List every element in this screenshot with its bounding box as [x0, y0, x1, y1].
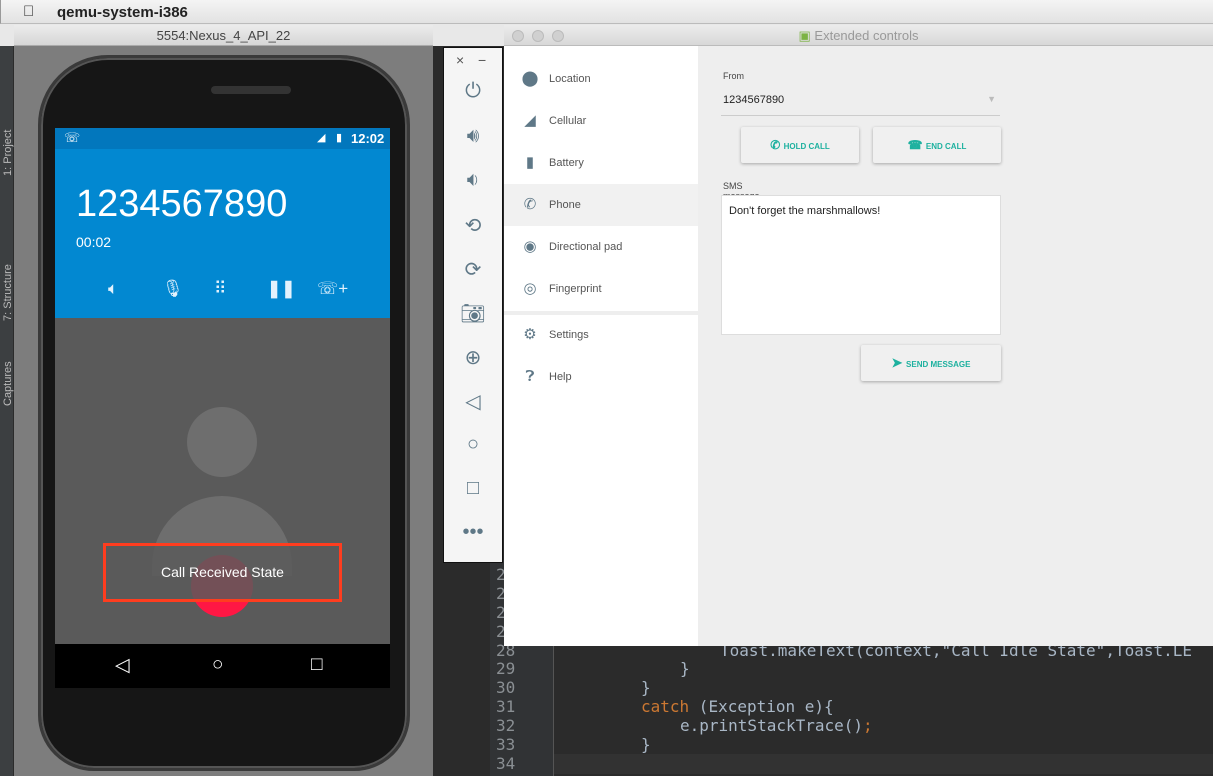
minimize-button[interactable]: −: [478, 52, 486, 68]
code-line[interactable]: e.printStackTrace();: [680, 716, 873, 735]
hold-call-icon: ✆: [770, 138, 784, 152]
home-icon[interactable]: ○: [212, 654, 223, 676]
close-light[interactable]: [512, 30, 524, 42]
call-header: 1234567890 00:02 🔈︎ 🎙︎ ⠿ ❚❚ ☏+: [55, 149, 390, 318]
sidebar: ⬤ Location ◢ Cellular ▮ Battery ✆ Phone ◉ Dir…: [504, 46, 698, 646]
code-line[interactable]: }: [641, 678, 651, 697]
sms-textarea[interactable]: Don't forget the marshmallows!: [721, 195, 1001, 335]
close-button[interactable]: ×: [456, 52, 464, 68]
hold-call-button[interactable]: ✆ HOLD CALL: [741, 127, 859, 163]
help-icon: ❓︎: [525, 368, 535, 385]
app-menu[interactable]: qemu-system-i386: [57, 4, 188, 21]
toast-message: Call Received State: [103, 543, 342, 602]
gear-icon: ⚙: [523, 326, 537, 343]
end-call-icon: ☎: [907, 138, 926, 152]
volume-down-icon[interactable]: 🔉︎: [444, 169, 502, 192]
nav-bar: ◁ ○ □: [55, 644, 390, 688]
code-text: (Exception e){: [689, 697, 834, 716]
emulator-title[interactable]: 5554:Nexus_4_API_22: [14, 25, 433, 46]
from-label: From: [723, 71, 744, 81]
speaker-grille: [211, 86, 291, 94]
signal-icon: ◢: [317, 132, 326, 144]
recents-icon[interactable]: □: [311, 654, 322, 676]
send-message-button[interactable]: ➤ SEND MESSAGE: [861, 345, 1001, 381]
extended-controls-window: ▣ Extended controls ⬤ Location ◢ Cellular …: [504, 25, 1213, 646]
code-line[interactable]: }: [641, 735, 651, 754]
power-icon[interactable]: ⏻: [444, 80, 502, 103]
code-line[interactable]: }: [680, 659, 690, 678]
sidebar-item-fingerprint[interactable]: ◎ Fingerprint: [504, 268, 698, 310]
overview-icon[interactable]: □: [444, 477, 502, 500]
current-line-highlight: [554, 754, 1213, 774]
sidebar-item-location[interactable]: ⬤ Location: [504, 58, 698, 100]
chevron-down-icon: ▼: [987, 94, 996, 104]
android-icon: ▣: [798, 28, 815, 43]
call-status-icon: ☏: [64, 130, 81, 145]
dpad-icon: ◉: [523, 238, 537, 255]
ide-tool-window-strip: 1: Project 7: Structure Captures: [0, 46, 14, 776]
tool-window-structure[interactable]: 7: Structure: [2, 264, 14, 321]
title-text: Extended controls: [814, 28, 919, 43]
phone-screen[interactable]: ☏ ◢ ▮ 12:02 1234567890 00:02 🔈︎ 🎙︎ ⠿ ❚❚ …: [55, 128, 390, 688]
sidebar-item-battery[interactable]: ▮ Battery: [504, 142, 698, 184]
more-icon[interactable]: •••: [444, 521, 502, 544]
semicolon: ;: [863, 716, 873, 735]
status-bar: ☏ ◢ ▮ 12:02: [55, 128, 390, 149]
back-icon[interactable]: ◁: [444, 389, 502, 414]
emulator-toolbar: × − ⏻ 🔊︎ 🔉︎ ⟲ ⟳ 📷︎ ⊕ ◁ ○ □ •••: [443, 47, 503, 563]
code-line[interactable]: catch (Exception e){: [641, 697, 834, 716]
volume-up-icon[interactable]: 🔊︎: [444, 125, 502, 148]
from-select[interactable]: 1234567890 ▼: [721, 90, 1000, 116]
tool-window-project[interactable]: 1: Project: [2, 130, 14, 176]
signal-icon: ◢: [524, 112, 536, 129]
call-duration: 00:02: [76, 234, 112, 250]
home-icon[interactable]: ○: [444, 433, 502, 456]
mac-menubar:  qemu-system-i386: [0, 0, 1213, 24]
window-title[interactable]: ▣ Extended controls: [504, 25, 1213, 46]
battery-icon: ▮: [525, 154, 535, 171]
sidebar-item-directional-pad[interactable]: ◉ Directional pad: [504, 226, 698, 268]
zoom-light[interactable]: [552, 30, 564, 42]
hold-icon[interactable]: ❚❚: [267, 279, 296, 299]
from-value: 1234567890: [723, 94, 785, 106]
fingerprint-icon: ◎: [523, 280, 537, 297]
tool-window-captures[interactable]: Captures: [2, 361, 14, 406]
camera-icon[interactable]: 📷︎: [444, 301, 502, 326]
dialpad-icon[interactable]: ⠿: [214, 279, 226, 299]
caller-number: 1234567890: [76, 183, 288, 225]
location-pin-icon: ⬤: [521, 70, 539, 87]
line-number: 34: [496, 754, 516, 773]
sidebar-item-cellular[interactable]: ◢ Cellular: [504, 100, 698, 142]
apple-icon[interactable]: : [23, 3, 34, 20]
battery-icon: ▮: [336, 132, 343, 144]
sidebar-item-settings[interactable]: ⚙ Settings: [504, 314, 698, 356]
minimize-light[interactable]: [532, 30, 544, 42]
mute-icon[interactable]: 🎙︎: [162, 279, 184, 299]
line-number: 30: [496, 678, 516, 697]
status-time: 12:02: [351, 131, 385, 146]
rotate-right-icon[interactable]: ⟳: [444, 257, 502, 282]
sidebar-item-phone[interactable]: ✆ Phone: [504, 184, 698, 226]
line-number: 29: [496, 659, 516, 678]
rotate-left-icon[interactable]: ⟲: [444, 213, 502, 238]
end-call-button[interactable]: ☎ END CALL: [873, 127, 1001, 163]
line-number: 31: [496, 697, 516, 716]
line-number: 33: [496, 735, 516, 754]
speaker-icon[interactable]: 🔈︎: [108, 279, 118, 299]
code-text: e.printStackTrace(): [680, 716, 864, 735]
sidebar-item-help[interactable]: ❓︎ Help: [504, 356, 698, 398]
keyword: catch: [641, 697, 690, 716]
send-icon: ➤: [891, 355, 907, 370]
add-call-icon[interactable]: ☏+: [317, 279, 348, 299]
phone-icon: ✆: [523, 196, 537, 213]
zoom-icon[interactable]: ⊕: [444, 345, 502, 370]
back-icon[interactable]: ◁: [115, 654, 130, 677]
avatar: [187, 407, 257, 477]
line-number: 32: [496, 716, 516, 735]
